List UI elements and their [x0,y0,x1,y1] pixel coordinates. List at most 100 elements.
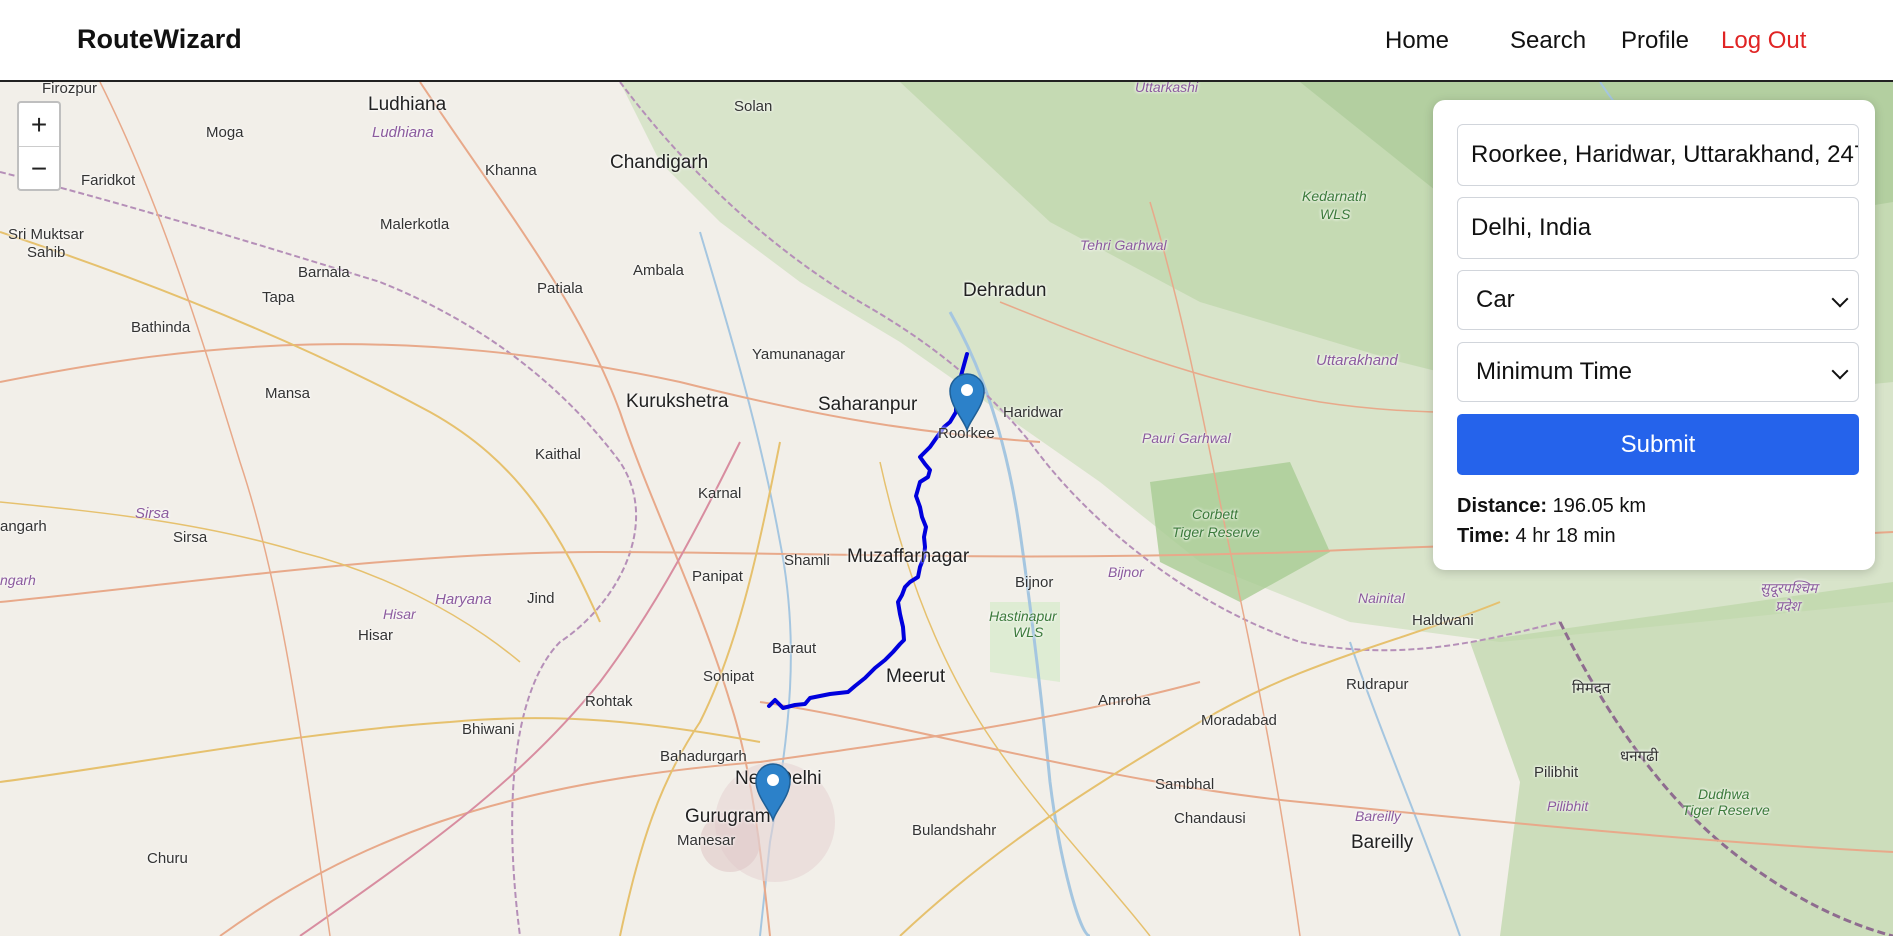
zoom-control: + − [17,101,61,191]
origin-marker-icon[interactable] [948,372,986,432]
map-label-sri-muktsar: Sri Muktsar [8,226,84,243]
map-label-bahadurgarh: Bahadurgarh [660,748,747,765]
map-label-sonipat: Sonipat [703,668,754,685]
map-label-sirsa: Sirsa [173,529,208,546]
map-label-pradesh: प्रदेश [1775,598,1800,614]
map-label-malerkotla: Malerkotla [380,216,450,233]
map-label-kurukshetra: Kurukshetra [626,391,729,412]
destination-marker-icon[interactable] [754,762,792,822]
map-label-nainital: Nainital [1358,590,1405,606]
map-label-mansa: Mansa [265,385,311,402]
map-label-rohtak: Rohtak [585,693,633,710]
map-label-patiala: Patiala [537,280,583,297]
map-label-sirsa-district: Sirsa [135,505,170,522]
map-label-solan: Solan [734,98,773,115]
map-label-pilibhit-district: Pilibhit [1547,798,1589,814]
brand-logo[interactable]: RouteWizard [77,24,242,55]
chevron-down-icon [1831,362,1849,380]
map-label-kedarnath: Kedarnath [1302,188,1367,204]
destination-input[interactable]: Delhi, India [1457,197,1859,259]
map-label-dudhwa: Dudhwa [1698,786,1750,802]
route-form-panel: Roorkee, Haridwar, Uttarakhand, 247667, … [1433,100,1875,570]
map-label-bathinda: Bathinda [131,319,191,336]
map-label-uttarkashi: Uttarkashi [1135,82,1199,95]
nav-search-link[interactable]: Search [1510,27,1586,55]
distance-label: Distance: [1457,495,1548,517]
map-label-bhiwani: Bhiwani [462,721,515,738]
map-label-bijnor: Bijnor [1015,574,1054,591]
map-label-haryana: Haryana [435,591,492,608]
map-label-kaithal: Kaithal [535,446,581,463]
map-label-sahib: Sahib [27,244,66,261]
map-label-dhangadhi: धनगढी [1620,748,1659,765]
time-value: 4 hr 18 min [1515,525,1616,547]
map-label-corbett: Corbett [1192,506,1238,522]
map-label-churu: Churu [147,850,188,867]
vehicle-select-value: Car [1476,286,1515,313]
map-label-bulandshahr: Bulandshahr [912,822,997,839]
time-row: Time: 4 hr 18 min [1457,521,1851,551]
top-navbar: RouteWizard Home Search Profile Log Out [0,0,1893,82]
map-label-chandigarh: Chandigarh [610,152,709,173]
map-label-moradabad: Moradabad [1201,712,1277,729]
map-label-pilibhit: Pilibhit [1534,764,1579,781]
map-label-hisar-district: Hisar [383,606,416,622]
map-label-uttarakhand: Uttarakhand [1316,352,1398,369]
map-label-sambhal: Sambhal [1155,776,1215,793]
map-label-bareilly: Bareilly [1351,832,1414,853]
map-label-hastinapur: Hastinapur [989,608,1057,624]
nav-home-link[interactable]: Home [1385,27,1449,55]
map-label-yamunanagar: Yamunanagar [752,346,846,363]
map-label-dudhwa-tiger-reserve: Tiger Reserve [1682,802,1770,818]
route-result: Distance: 196.05 km Time: 4 hr 18 min [1457,491,1851,551]
map-label-angarh: angarh [0,518,47,535]
map-label-faridkot: Faridkot [81,172,136,189]
map-label-ambala: Ambala [633,262,684,279]
map-label-ludhiana: Ludhiana [368,94,447,115]
map-label-firozpur: Firozpur [42,82,98,97]
map-label-pauri-garhwal: Pauri Garhwal [1142,430,1231,446]
distance-row: Distance: 196.05 km [1457,491,1851,521]
map-label-ludhiana-district: Ludhiana [372,124,434,141]
chevron-down-icon [1831,290,1849,308]
map-label-simdatta: मिमदत [1572,680,1611,697]
preference-select[interactable]: Minimum Time [1457,342,1859,402]
map-label-haridwar: Haridwar [1003,404,1064,421]
time-label: Time: [1457,525,1510,547]
map-label-haldwani: Haldwani [1412,612,1474,629]
submit-button[interactable]: Submit [1457,414,1859,475]
origin-input[interactable]: Roorkee, Haridwar, Uttarakhand, 247667, … [1457,124,1859,186]
map-label-tapa: Tapa [262,289,295,306]
zoom-in-button[interactable]: + [19,103,59,146]
map-label-bareilly-district: Bareilly [1355,808,1401,824]
preference-select-value: Minimum Time [1476,358,1633,385]
map-label-muzaffarnagar: Muzaffarnagar [847,546,970,567]
map-label-karnal: Karnal [698,485,742,502]
map-label-hastinapur-wls: WLS [1013,624,1044,640]
map-label-meerut: Meerut [886,666,946,687]
map-label-hisar: Hisar [358,627,394,644]
map-label-kedarnath-wls: WLS [1320,206,1351,222]
map-label-sudurpashchim: सुदूरपश्चिम [1760,580,1818,596]
map-label-baraut: Baraut [772,640,817,657]
map-label-tehri-garhwal: Tehri Garhwal [1080,237,1167,253]
map-label-amroha: Amroha [1098,692,1151,709]
map-label-ngarh: ngarh [0,572,36,588]
map-label-bijnor-district: Bijnor [1108,564,1144,580]
map-label-saharanpur: Saharanpur [818,394,918,415]
map-label-shamli: Shamli [784,552,830,569]
nav-profile-link[interactable]: Profile [1621,27,1689,55]
map-label-manesar: Manesar [677,832,736,849]
map-label-moga: Moga [206,124,244,141]
vehicle-select[interactable]: Car [1457,270,1859,330]
map-label-chandausi: Chandausi [1174,810,1246,827]
map-label-corbett-tiger-reserve: Tiger Reserve [1172,524,1260,540]
map-label-barnala: Barnala [298,264,350,281]
distance-value: 196.05 km [1552,495,1646,517]
map-label-jind: Jind [527,590,555,607]
logout-link[interactable]: Log Out [1721,27,1806,55]
zoom-out-button[interactable]: − [19,146,59,190]
map-label-panipat: Panipat [692,568,743,585]
map-label-dehradun: Dehradun [963,280,1047,301]
map-label-rudrapur: Rudrapur [1346,676,1409,693]
